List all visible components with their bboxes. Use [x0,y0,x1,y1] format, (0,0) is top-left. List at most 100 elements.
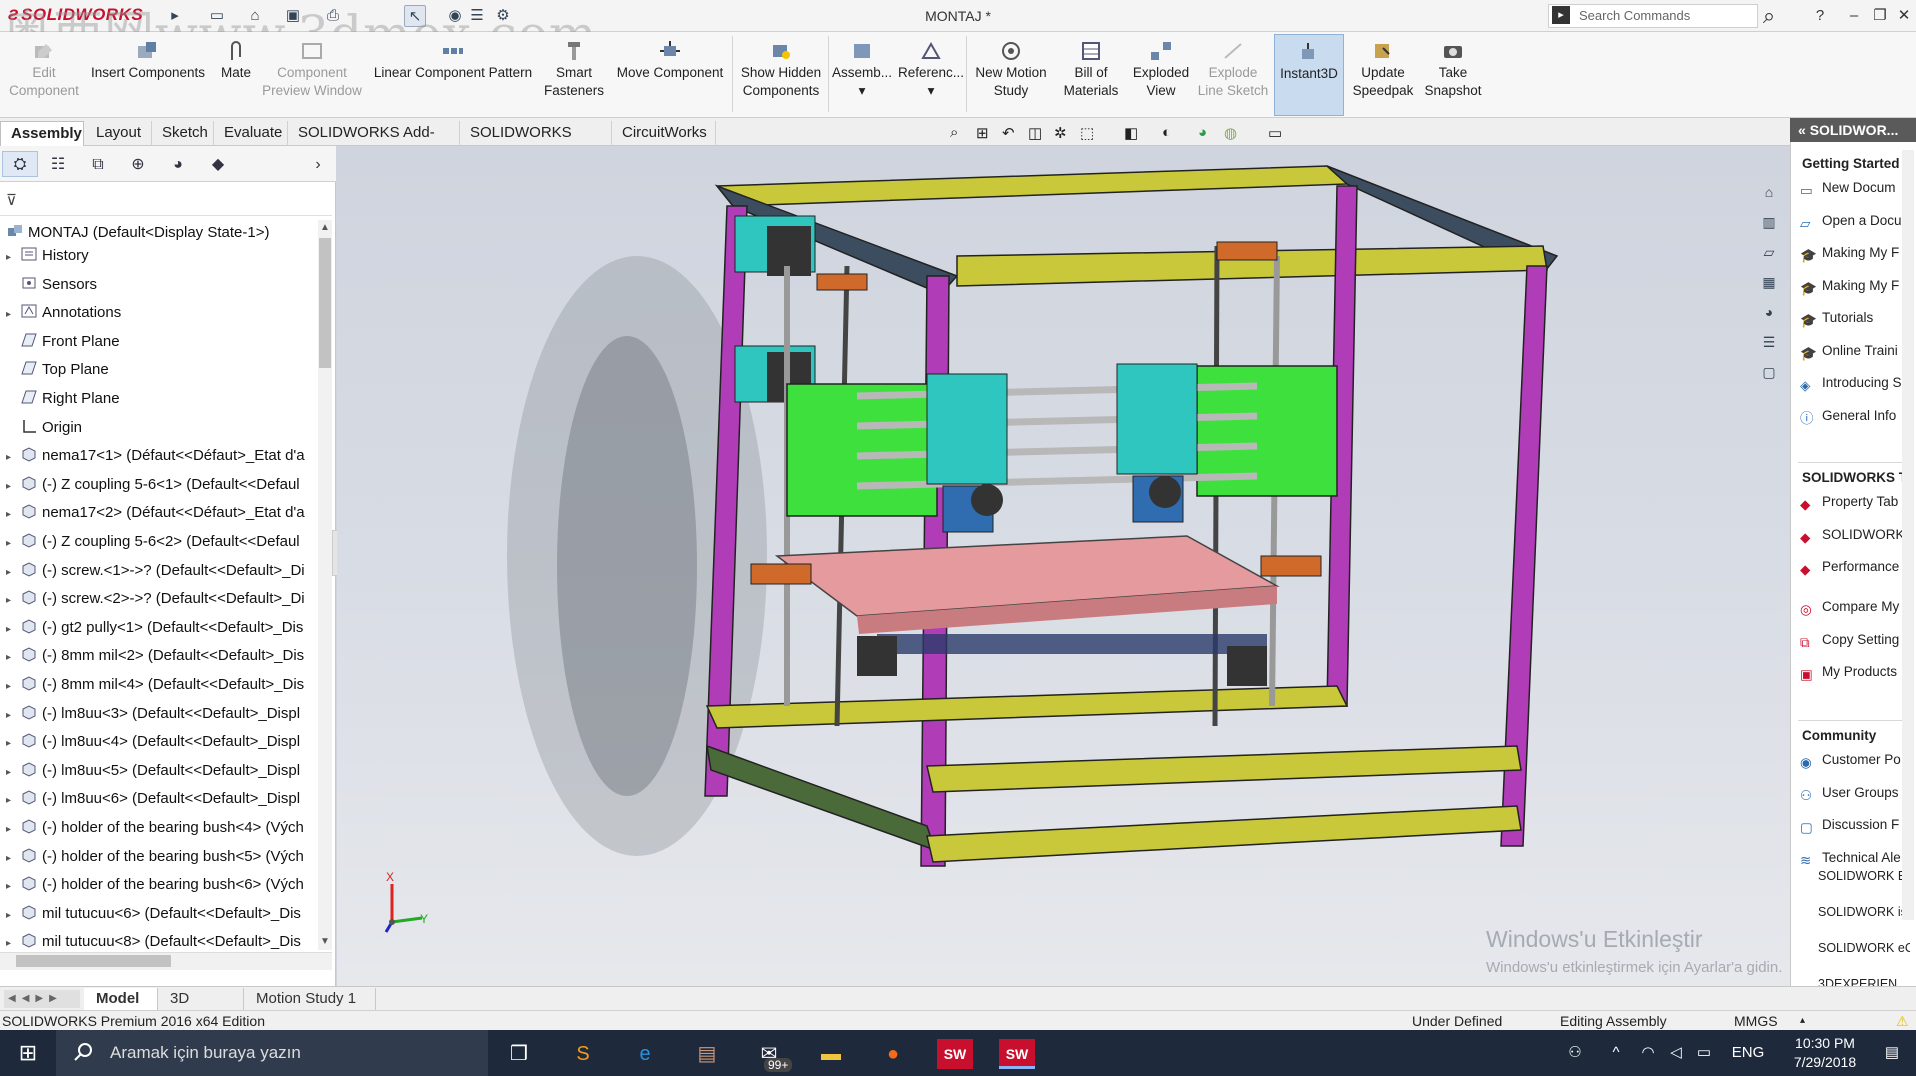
language-indicator[interactable]: ENG [1726,1030,1770,1076]
tree-item[interactable]: Front Plane [0,328,318,356]
task-pane-link[interactable]: ◎ Compare My [1800,599,1908,618]
task-pane-link[interactable]: ◆ SOLIDWORK [1800,527,1908,546]
zoom-area-icon[interactable]: ⊞ [976,124,989,142]
expand-arrow-icon[interactable]: ▸ [6,730,20,756]
task-pane-link[interactable]: ▱ Open a Docu [1800,213,1908,232]
tree-item[interactable]: ▸ nema17<1> (Défaut<<Défaut>_Etat d'a [0,442,318,470]
show-hidden-button[interactable]: Show Hidden Components [736,34,826,116]
expand-arrow-icon[interactable]: ▸ [6,559,20,585]
task-pane-link[interactable]: ◆ Performance Test [1800,559,1908,578]
panel-expand-arrow-icon[interactable]: › [306,151,330,177]
view-settings-icon[interactable]: ▭ [1268,124,1282,142]
taskbar-clock[interactable]: 10:30 PM 7/29/2018 [1770,1034,1880,1072]
battery-icon[interactable]: ▭ [1692,1030,1716,1076]
expand-arrow-icon[interactable]: ▸ [6,702,20,728]
scroll-down-arrow-icon[interactable]: ▼ [320,936,330,947]
apply-scene-icon[interactable]: ◍ [1224,124,1237,142]
tree-item[interactable]: ▸ (-) 8mm mil<2> (Default<<Default>_Dis [0,642,318,670]
expand-arrow-icon[interactable]: ▸ [6,501,20,527]
restore-icon[interactable]: ❐ [1868,4,1892,28]
volume-icon[interactable]: ◁ [1664,1030,1688,1076]
select-pointer-icon[interactable]: ↖ [404,5,426,27]
wifi-icon[interactable]: ◠ [1636,1030,1660,1076]
open-folder-icon[interactable]: ⌂ [244,5,266,27]
tree-item[interactable]: ▸ (-) holder of the bearing bush<4> (Vých [0,814,318,842]
tree-item[interactable]: Top Plane [0,356,318,384]
task-pane-link[interactable]: 🎓 Online Traini [1800,343,1908,362]
tab-evaluate[interactable]: Evaluate [214,121,288,146]
close-icon[interactable]: ✕ [1892,4,1916,28]
rebuild-status-icon[interactable]: ⚠ [1896,1012,1909,1030]
expand-arrow-icon[interactable]: ▸ [6,644,20,670]
zoom-to-fit-icon[interactable]: ⌕ [950,124,958,141]
taskbar-search-box[interactable]: Aramak için buraya yazın [56,1030,488,1076]
expand-arrow-icon[interactable]: ▸ [6,673,20,699]
tree-item[interactable]: ▸ (-) Z coupling 5-6<1> (Default<<Defaul [0,471,318,499]
tree-item[interactable]: Right Plane [0,385,318,413]
display-style-icon[interactable]: ◧ [1124,124,1138,142]
smart-fasteners-button[interactable]: Smart Fasteners [540,34,608,116]
expand-arrow-icon[interactable]: ▸ [6,301,20,327]
expand-arrow-icon[interactable]: ▸ [6,845,20,871]
tree-item[interactable]: ▸ (-) 8mm mil<4> (Default<<Default>_Dis [0,671,318,699]
tab-assembly[interactable]: Assembly [0,121,84,146]
task-pane-link[interactable]: ⓘ General Info [1800,408,1908,427]
tab-model[interactable]: Model [84,988,158,1010]
dynamic-annotation-icon[interactable]: ✲ [1054,124,1067,142]
notifications-icon[interactable]: ▤ [1872,1030,1912,1076]
task-pane-link[interactable]: 🎓 Making My F [1800,278,1908,297]
expand-arrow-icon[interactable]: ▸ [6,873,20,899]
expand-arrow-icon[interactable]: ▸ [6,759,20,785]
section-view-icon[interactable]: ◫ [1028,124,1042,142]
mate-button[interactable]: Mate [214,34,258,116]
tree-hscroll-thumb[interactable] [16,955,171,967]
edit-appearance-icon[interactable]: ◕ [1198,124,1207,141]
tree-item[interactable]: ▸ (-) lm8uu<3> (Default<<Default>_Displ [0,700,318,728]
custom-properties-icon[interactable]: ☰ [1756,330,1782,354]
help-icon[interactable]: ? [1808,4,1832,28]
tab-motion-study-1[interactable]: Motion Study 1 [244,988,376,1010]
instant3d-button[interactable]: Instant3D [1274,34,1344,116]
task-pane-link[interactable]: ◉ Customer Po [1800,752,1908,771]
take-snapshot-button[interactable]: Take Snapshot [1420,34,1486,116]
people-icon[interactable]: ⚇ [1560,1030,1590,1076]
forum-icon[interactable]: ▢ [1756,360,1782,384]
tree-item[interactable]: ▸ (-) holder of the bearing bush<6> (Vých [0,871,318,899]
file-explorer-taskbar-icon[interactable]: ▬ [808,1034,854,1074]
configuration-manager-tab-icon[interactable]: ⧉ [80,151,116,177]
flyout-arrow-icon[interactable]: ▸ [164,5,186,27]
tray-expand-icon[interactable]: ^ [1604,1030,1628,1076]
task-pane-link[interactable]: ⧉ Copy Setting [1800,632,1908,651]
assembly-features-button[interactable]: Assemb... ▾ [830,34,894,116]
cam-tab-icon[interactable]: ◆ [200,151,236,177]
hide-show-items-icon[interactable]: ◐ [1162,124,1171,141]
design-library-icon[interactable]: ▥ [1756,210,1782,234]
graphics-viewport[interactable] [337,146,1791,986]
tab-navigation-arrows-icon[interactable]: ◀◀▶▶ [4,990,80,1008]
tree-item[interactable]: ▸ (-) Z coupling 5-6<2> (Default<<Defaul [0,528,318,556]
reference-geometry-button[interactable]: Referenc... ▾ [898,34,964,116]
task-view-icon[interactable]: ❒ [496,1034,542,1074]
update-speedpak-button[interactable]: Update Speedpak [1348,34,1418,116]
bill-of-materials-button[interactable]: Bill of Materials [1056,34,1126,116]
expand-arrow-icon[interactable]: ▸ [6,244,20,270]
tree-item[interactable]: ▸ (-) lm8uu<6> (Default<<Default>_Displ [0,785,318,813]
task-pane-link[interactable]: ▣ My Products [1800,664,1908,683]
rebuild-icon[interactable]: ◉ [444,5,466,27]
app-winrar-icon[interactable]: ▤ [684,1034,730,1074]
task-pane-link[interactable]: ▢ Discussion F [1800,817,1908,836]
expand-arrow-icon[interactable]: ▸ [6,816,20,842]
tree-item[interactable]: ▸ (-) screw.<1>->? (Default<<Default>_Di [0,557,318,585]
expand-arrow-icon[interactable]: ▸ [6,587,20,613]
expand-arrow-icon[interactable]: ▸ [6,473,20,499]
windows-start-icon[interactable]: ⊞ [0,1030,56,1076]
new-motion-study-button[interactable]: New Motion Study [970,34,1052,116]
tab-circuitworks[interactable]: CircuitWorks [612,121,716,146]
tree-item[interactable]: ▸ (-) screw.<2>->? (Default<<Default>_Di [0,585,318,613]
task-pane-link[interactable]: ◆ Property Tab [1800,494,1908,513]
expand-arrow-icon[interactable]: ▸ [6,530,20,556]
file-properties-icon[interactable]: ☰ [466,5,488,27]
firefox-icon[interactable]: ● [870,1034,916,1074]
property-manager-tab-icon[interactable]: ☷ [40,151,76,177]
tree-item[interactable]: Origin [0,414,318,442]
